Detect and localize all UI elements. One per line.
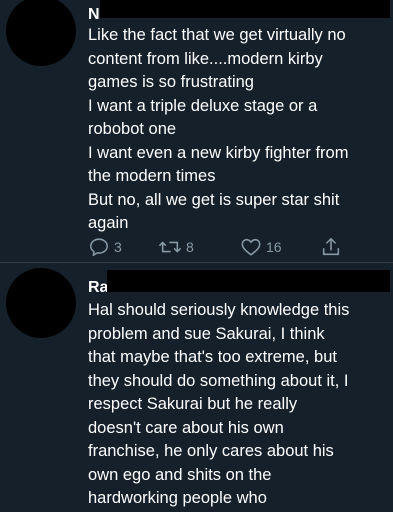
tweet-1[interactable]: N Like the fact that we get virtually no…	[0, 0, 393, 262]
tweet-text: Like the fact that we get virtually no c…	[88, 24, 388, 236]
reply-icon	[88, 236, 110, 258]
like-button[interactable]: 16	[240, 236, 282, 258]
reply-button[interactable]: 3	[88, 236, 122, 258]
author-name[interactable]: N	[88, 6, 100, 23]
retweet-count: 8	[186, 239, 194, 255]
tweet-text: Hal should seriously knowledge this prob…	[88, 299, 388, 511]
name-redaction	[107, 270, 390, 292]
author-name[interactable]: Ra	[88, 279, 108, 296]
tweet-line: games is so frustrating	[88, 73, 254, 91]
reply-count: 3	[114, 239, 122, 255]
heart-icon	[240, 236, 262, 258]
retweet-icon	[158, 236, 182, 258]
tweet-line: respect Sakurai but he really	[88, 395, 298, 413]
tweet-line: that maybe that's too extreme, but	[88, 348, 337, 366]
author-row[interactable]: Ra	[88, 277, 108, 301]
name-redaction	[100, 0, 390, 18]
tweet-line: they should do something about it, I	[88, 371, 349, 390]
tweet-line: robobot one	[88, 120, 177, 138]
tweet-line: own ego and shits on the	[88, 465, 272, 484]
tweet-line: But no, all we get is super star shit	[88, 190, 340, 209]
avatar[interactable]	[6, 0, 76, 66]
avatar[interactable]	[6, 268, 76, 338]
share-icon	[320, 236, 342, 258]
tweet-line: content from like....modern kirby	[88, 49, 323, 68]
tweet-line: I want even a new kirby fighter from	[88, 143, 349, 162]
tweet-line: franchise, he only cares about his	[88, 442, 334, 460]
like-count: 16	[266, 239, 282, 255]
tweet-line: doesn't care about his own	[88, 418, 284, 437]
tweet-line: again	[88, 214, 129, 232]
tweet-actions: 3 8 16	[88, 236, 358, 260]
tweet-2[interactable]: Ra Hal should seriously knowledge this p…	[0, 263, 393, 512]
tweet-line: the modern times	[88, 167, 216, 185]
tweet-line: Like the fact that we get virtually no	[88, 26, 346, 44]
tweet-line: problem and sue Sakurai, I think	[88, 324, 325, 343]
retweet-button[interactable]: 8	[158, 236, 194, 258]
tweet-line: hardworking people who	[88, 489, 267, 507]
share-button[interactable]	[320, 236, 342, 258]
tweet-line: I want a triple deluxe stage or a	[88, 96, 318, 115]
tweet-line: Hal should seriously knowledge this	[88, 301, 350, 319]
